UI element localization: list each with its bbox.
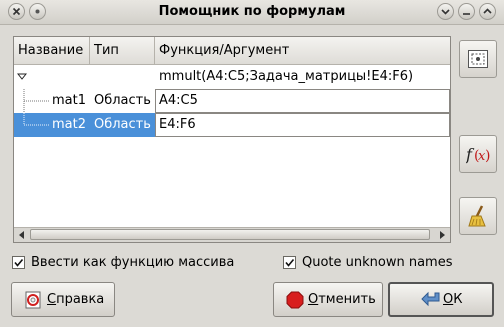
scroll-left-icon[interactable] [16,229,28,241]
chevron-down-icon [441,9,450,15]
help-icon [25,291,41,309]
scroll-thumb[interactable] [30,229,430,240]
arg-name: mat2 [52,117,86,132]
cancel-button[interactable]: Отменить [273,282,383,317]
svg-text:): ) [485,148,490,164]
tree-line [23,113,50,126]
title-bar: Помощник по формулам [0,0,504,25]
function-icon: f ( x ) [466,145,490,164]
arg-type: Область [94,117,151,132]
window-title: Помощник по формулам [158,4,346,19]
quote-names-label[interactable]: Quote unknown names [302,255,453,270]
stop-icon [286,291,304,309]
arg-value-input[interactable]: A4:C5 [155,89,450,113]
table-header: Название Тип Функция/Аргумент [14,37,450,65]
cancel-label: Отменить [308,292,376,307]
column-header-name[interactable]: Название [14,37,90,64]
table-row-selected[interactable]: mat2 Область E4:F6 [14,113,450,137]
select-range-icon [468,50,488,68]
help-label: Справка [47,292,105,307]
minimize-icon [463,13,470,15]
checkmark-icon [14,258,24,267]
horizontal-scrollbar[interactable] [14,227,450,242]
clear-icon [468,205,486,227]
clear-button[interactable] [459,197,497,235]
column-header-function[interactable]: Функция/Аргумент [155,37,450,64]
minimize-button[interactable] [458,3,475,20]
table-row-root[interactable]: mmult(A4:C5;Задача_матрицы!E4:F6) [14,65,450,89]
checkbox-box[interactable] [283,256,296,269]
arg-value-input[interactable]: E4:F6 [155,113,450,137]
arguments-table: Название Тип Функция/Аргумент mmult(A4:C… [13,36,451,243]
ok-button[interactable]: ОК [388,282,494,317]
root-formula: mmult(A4:C5;Задача_матрицы!E4:F6) [159,69,414,84]
shade-button[interactable] [437,3,454,20]
ok-arrow-icon [421,291,440,307]
array-function-label[interactable]: Ввести как функцию массива [31,255,234,270]
expander-open-icon[interactable] [17,72,27,82]
scroll-right-icon[interactable] [436,229,448,241]
checkbox-box[interactable] [12,256,25,269]
arg-type: Область [94,93,151,108]
checkmark-icon [285,258,295,267]
arg-name: mat1 [52,93,86,108]
tree-line [23,89,50,113]
column-header-type[interactable]: Тип [90,37,155,64]
select-range-button[interactable] [459,40,497,78]
table-row[interactable]: mat1 Область A4:C5 [14,89,450,113]
maximize-button[interactable] [479,3,496,20]
ok-label: ОК [443,292,463,307]
maximize-icon [483,8,492,14]
insert-function-button[interactable]: f ( x ) [459,135,497,173]
help-button[interactable]: Справка [11,282,115,317]
